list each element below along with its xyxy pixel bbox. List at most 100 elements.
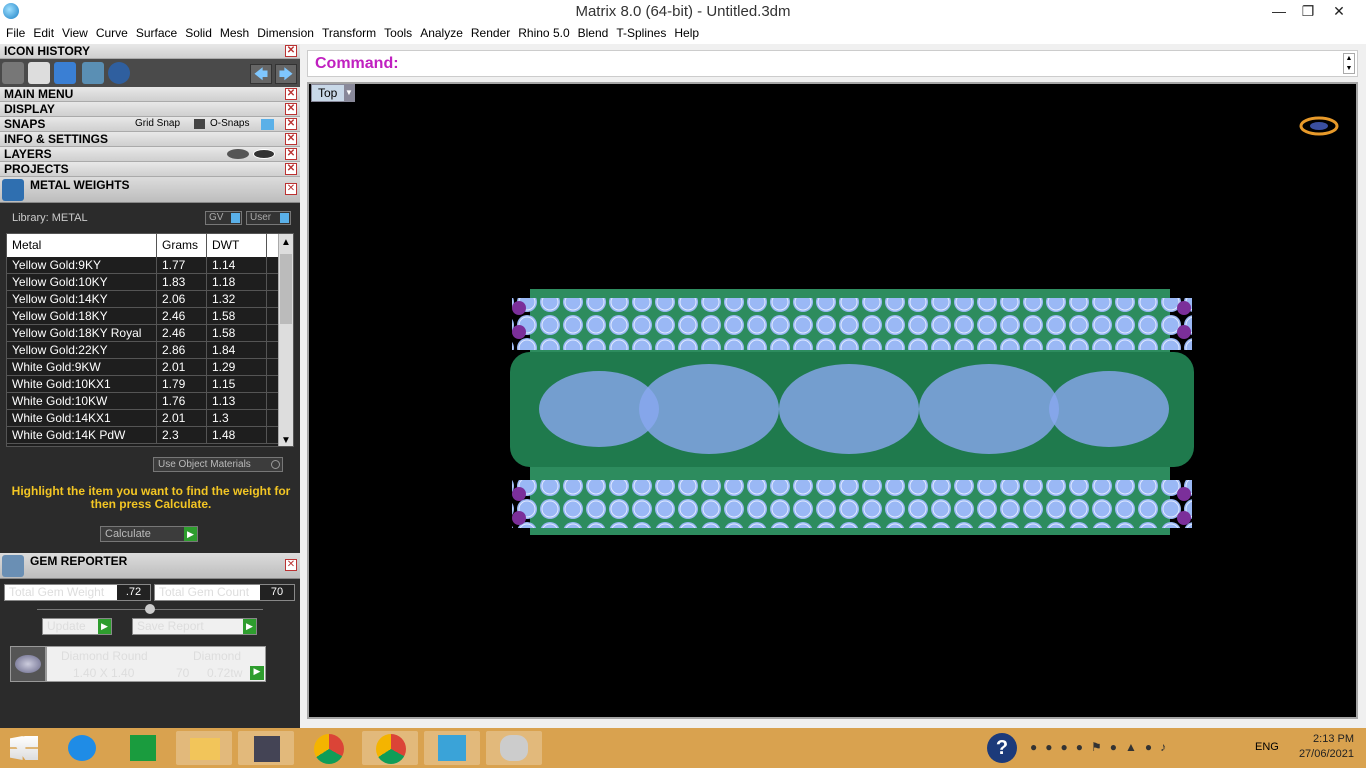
close-icon[interactable]: ✕	[285, 45, 297, 57]
menu-file[interactable]: File	[2, 24, 29, 44]
info-settings-header[interactable]: INFO & SETTINGS ✕	[0, 132, 300, 147]
explorer-icon[interactable]	[176, 731, 232, 765]
chrome-icon-2[interactable]	[362, 731, 418, 765]
menu-solid[interactable]: Solid	[181, 24, 216, 44]
chevron-down-icon: ▼	[344, 85, 354, 101]
snaps-header[interactable]: SNAPS Grid Snap O-Snaps ✕	[0, 117, 300, 132]
menu-render[interactable]: Render	[467, 24, 514, 44]
close-icon[interactable]: ✕	[285, 133, 297, 145]
store-icon[interactable]	[114, 731, 170, 765]
projects-header[interactable]: PROJECTS ✕	[0, 162, 300, 177]
clock[interactable]: 2:13 PM 27/06/2021	[1299, 732, 1354, 762]
menu-blend[interactable]: Blend	[574, 24, 613, 44]
icon-history-header[interactable]: ICON HISTORY ✕	[0, 44, 300, 59]
metal-table: Metal Grams DWT Yellow Gold:9KY 1.77 1.14 Y…	[6, 233, 294, 447]
metal-weights-title: METAL WEIGHTS	[30, 178, 130, 192]
close-icon[interactable]: ✕	[285, 183, 297, 195]
paint-icon[interactable]	[486, 731, 542, 765]
command-bar[interactable]: Command: ▲ ▼	[307, 50, 1358, 77]
table-scrollbar[interactable]: ▲ ▼	[278, 234, 293, 446]
title-bar: Matrix 8.0 (64-bit) - Untitled.3dm — ❐ ✕	[0, 0, 1366, 24]
menu-edit[interactable]: Edit	[29, 24, 58, 44]
menu-view[interactable]: View	[58, 24, 92, 44]
menu-rhino[interactable]: Rhino 5.0	[514, 24, 573, 44]
menu-surface[interactable]: Surface	[132, 24, 181, 44]
gem-row[interactable]: Diamond Round Diamond 1.40 X 1.40 70 0.7…	[46, 646, 266, 682]
move-icon[interactable]	[2, 62, 24, 84]
leaf-gem-2	[639, 364, 779, 454]
table-row[interactable]: White Gold:14K PdW 2.3 1.48	[7, 427, 293, 444]
scroll-down-icon: ▼	[281, 435, 291, 446]
gv-toggle[interactable]: GV	[205, 211, 242, 225]
menu-bar: File Edit View Curve Surface Solid Mesh …	[0, 24, 1366, 44]
forward-arrow-icon[interactable]: 🡆	[275, 64, 297, 84]
table-row[interactable]: White Gold:10KW 1.76 1.13	[7, 393, 293, 410]
table-row[interactable]: Yellow Gold:22KY 2.86 1.84	[7, 342, 293, 359]
table-row[interactable]: Yellow Gold:14KY 2.06 1.32	[7, 291, 293, 308]
close-icon[interactable]: ✕	[285, 88, 297, 100]
compass-icon	[1299, 116, 1339, 136]
close-icon[interactable]: ✕	[285, 163, 297, 175]
save-report-button[interactable]: Save Report ▶	[132, 618, 257, 635]
menu-tools[interactable]: Tools	[380, 24, 416, 44]
tray-icons[interactable]: ●●●●⚑●▲●♪	[1030, 740, 1240, 756]
display-header[interactable]: DISPLAY ✕	[0, 102, 300, 117]
viewport-top[interactable]	[307, 82, 1358, 719]
minimize-button[interactable]: —	[1262, 0, 1296, 22]
back-arrow-icon[interactable]: 🡄	[250, 64, 272, 84]
menu-transform[interactable]: Transform	[318, 24, 380, 44]
close-button[interactable]: ✕	[1322, 0, 1356, 22]
ring-render	[510, 116, 1339, 535]
viewport-label[interactable]: Top ▼	[311, 84, 355, 102]
eye-icon[interactable]	[253, 149, 275, 159]
table-row[interactable]: Yellow Gold:18KY 2.46 1.58	[7, 308, 293, 325]
matrix-app-icon[interactable]	[238, 731, 294, 765]
ie-icon[interactable]	[54, 731, 110, 765]
grid-snap-toggle[interactable]	[194, 119, 205, 129]
table-row[interactable]: White Gold:14KX1 2.01 1.3	[7, 410, 293, 427]
play-icon[interactable]: ▶	[250, 666, 264, 680]
main-menu-header[interactable]: MAIN MENU ✕	[0, 87, 300, 102]
table-row[interactable]: Yellow Gold:9KY 1.77 1.14	[7, 257, 293, 274]
slider-handle[interactable]	[145, 604, 155, 614]
menu-analyze[interactable]: Analyze	[416, 24, 467, 44]
restore-button[interactable]: ❐	[1296, 0, 1320, 22]
calculate-button[interactable]: Calculate ▶	[100, 526, 198, 542]
export-icon[interactable]	[108, 62, 130, 84]
vectorworks-icon[interactable]	[424, 731, 480, 765]
language-indicator[interactable]: ENG	[1255, 741, 1279, 753]
menu-mesh[interactable]: Mesh	[216, 24, 253, 44]
total-gem-weight-value: .72	[117, 585, 150, 600]
update-button[interactable]: Update ▶	[42, 618, 112, 635]
left-panel: ICON HISTORY ✕ 🡄 🡆 MAIN MENU ✕ DISPLAY ✕ SN…	[0, 44, 300, 728]
metal-hint-text: Highlight the item you want to find the …	[11, 484, 291, 511]
close-icon[interactable]: ✕	[285, 559, 297, 571]
library-label: Library: METAL	[12, 212, 88, 224]
menu-curve[interactable]: Curve	[92, 24, 132, 44]
user-toggle[interactable]: User	[246, 211, 291, 225]
use-object-materials-toggle[interactable]: Use Object Materials	[153, 457, 283, 472]
table-row[interactable]: White Gold:10KX1 1.79 1.15	[7, 376, 293, 393]
menu-dimension[interactable]: Dimension	[253, 24, 318, 44]
menu-help[interactable]: Help	[670, 24, 703, 44]
metal-weight-icon[interactable]	[54, 62, 76, 84]
total-gem-count-value: 70	[260, 585, 294, 600]
osnaps-toggle[interactable]	[261, 119, 274, 130]
eye-closed-icon[interactable]	[227, 149, 249, 159]
close-icon[interactable]: ✕	[285, 103, 297, 115]
gem-report-icon[interactable]	[82, 62, 104, 84]
start-icon[interactable]	[10, 736, 38, 760]
table-row[interactable]: Yellow Gold:18KY Royal 2.46 1.58	[7, 325, 293, 342]
chrome-icon[interactable]	[300, 731, 356, 765]
layers-header[interactable]: LAYERS ✕	[0, 147, 300, 162]
gem-thumbnail[interactable]	[10, 646, 46, 682]
close-icon[interactable]: ✕	[285, 148, 297, 160]
document-icon[interactable]	[28, 62, 50, 84]
command-spinner[interactable]: ▲ ▼	[1343, 53, 1355, 74]
menu-tsplines[interactable]: T-Splines	[612, 24, 670, 44]
close-icon[interactable]: ✕	[285, 118, 297, 130]
table-row[interactable]: Yellow Gold:10KY 1.83 1.18	[7, 274, 293, 291]
osnaps-label: O-Snaps	[210, 118, 250, 129]
help-icon[interactable]: ?	[987, 733, 1017, 763]
table-row[interactable]: White Gold:9KW 2.01 1.29	[7, 359, 293, 376]
